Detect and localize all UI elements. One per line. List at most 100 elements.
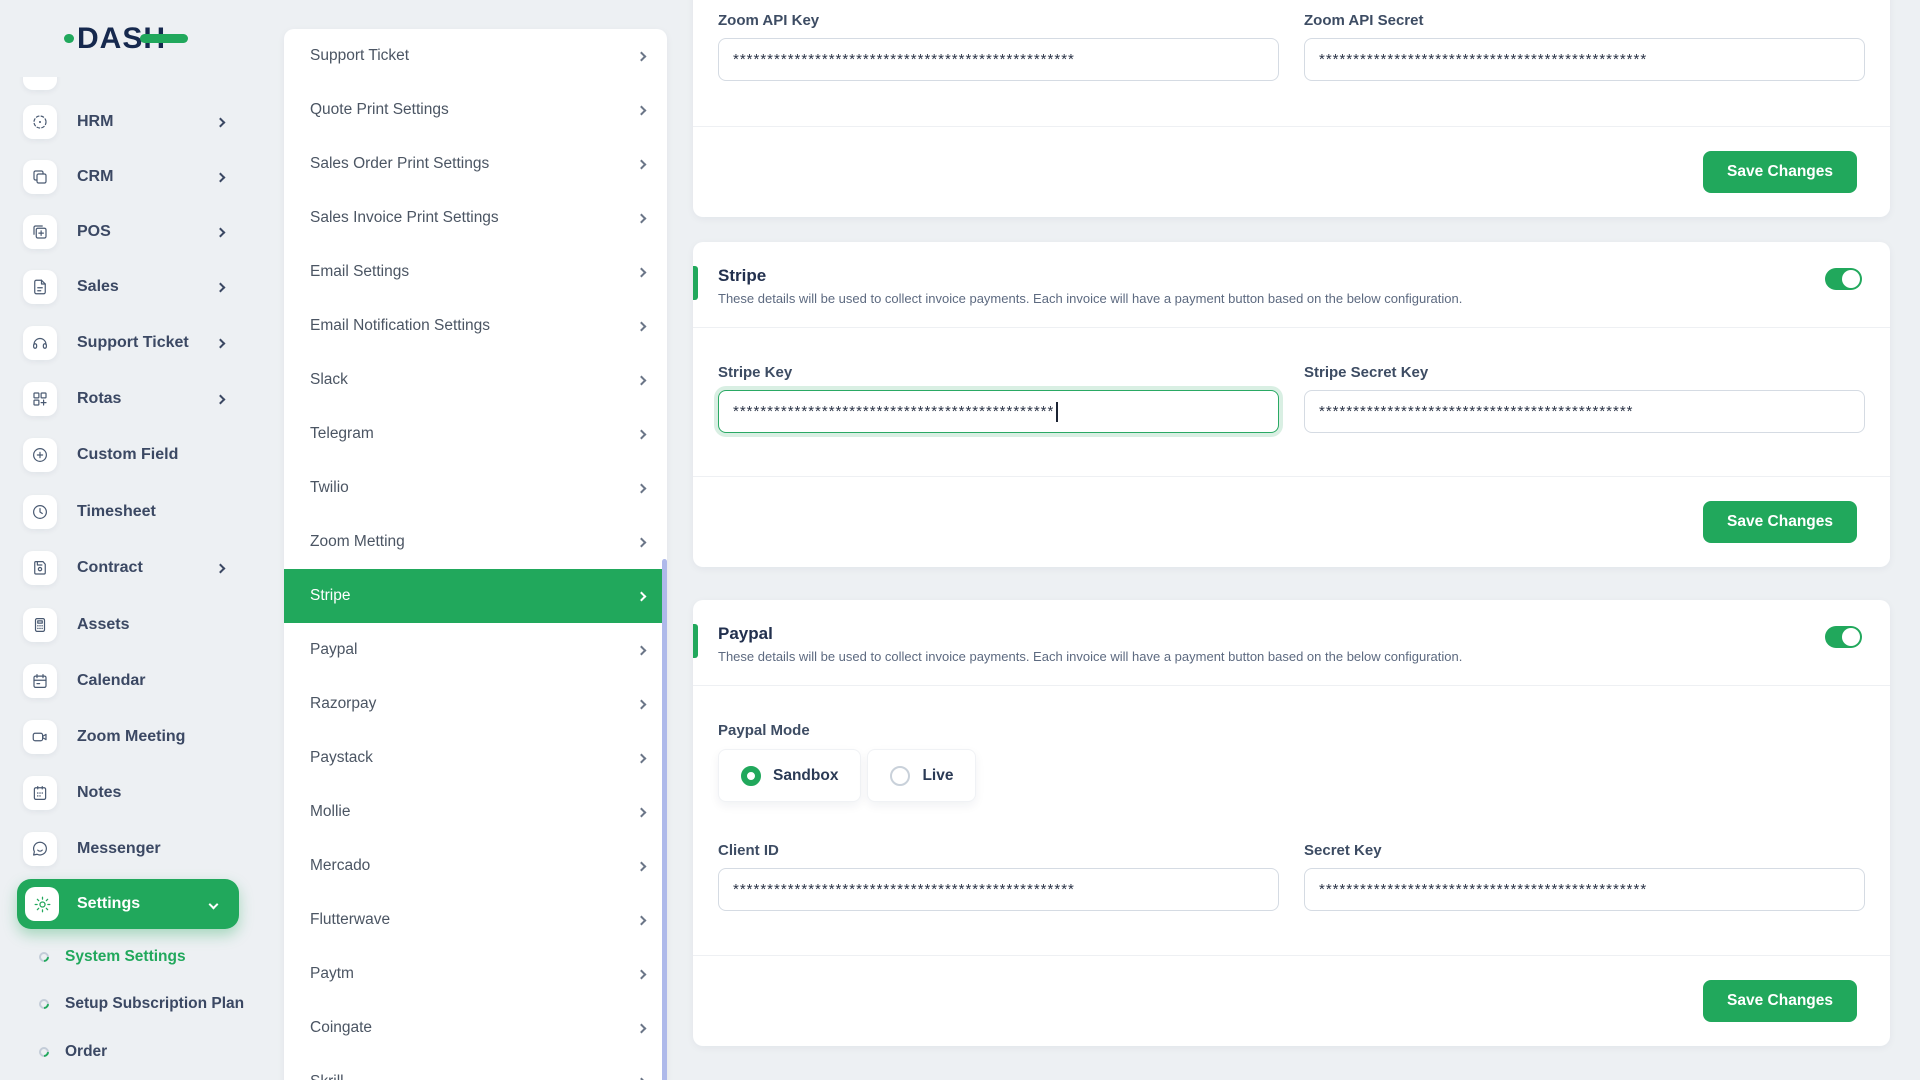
sidebar-item-label: Support Ticket	[77, 333, 189, 351]
field-label: Stripe Secret Key	[1304, 364, 1429, 381]
settings-nav-item-flutterwave[interactable]: Flutterwave	[284, 893, 667, 947]
sidebar-item-sales[interactable]: Sales	[0, 259, 264, 314]
paypal-header: Paypal These details will be used to col…	[693, 600, 1890, 685]
settings-nav-item-telegram[interactable]: Telegram	[284, 407, 667, 461]
sidebar-item-notes[interactable]: Notes	[0, 765, 264, 820]
chevron-right-icon	[636, 969, 647, 979]
field-label: Client ID	[718, 842, 779, 859]
settings-nav-item-zoom-metting[interactable]: Zoom Metting	[284, 515, 667, 569]
sidebar-item-hrm[interactable]: HRM	[0, 94, 264, 149]
sidebar-item-custom-field[interactable]: Custom Field	[0, 427, 264, 482]
sidebar-item-label: Timesheet	[77, 502, 156, 520]
stripe-secret-key-field: Stripe Secret Key **********************…	[1304, 364, 1865, 433]
sidebar-subitem-order[interactable]: Order	[0, 1028, 264, 1076]
chevron-right-icon	[215, 559, 226, 577]
sidebar-item-label: Zoom Meeting	[77, 727, 186, 745]
zoom-api-key-field: Zoom API Key ***************************…	[718, 12, 1279, 81]
chevron-right-icon	[636, 753, 647, 763]
settings-nav-item-slack[interactable]: Slack	[284, 353, 667, 407]
field-label: Zoom API Key	[718, 12, 820, 29]
sidebar-item-pos[interactable]: POS	[0, 204, 264, 259]
settings-nav-item-razorpay[interactable]: Razorpay	[284, 677, 667, 731]
settings-nav-label: Mollie	[310, 803, 351, 820]
sidebar-item-support-ticket[interactable]: Support Ticket	[0, 315, 264, 370]
chevron-right-icon	[215, 334, 226, 352]
zoom-settings-footer: Save Changes	[693, 127, 1890, 217]
settings-nav-label: Paytm	[310, 965, 354, 982]
settings-nav-item-twilio[interactable]: Twilio	[284, 461, 667, 515]
sidebar-item-calendar[interactable]: Calendar	[0, 653, 264, 708]
settings-nav-item-skrill[interactable]: Skrill	[284, 1055, 667, 1080]
paypal-mode-live[interactable]: Live	[867, 749, 977, 802]
paypal-client-id-input[interactable]: ****************************************…	[718, 868, 1279, 911]
sidebar-subitem-label: Order	[65, 1043, 108, 1060]
stripe-secret-key-input[interactable]: ****************************************…	[1304, 390, 1865, 433]
save-button[interactable]: Save Changes	[1703, 151, 1857, 193]
settings-nav-item-email-settings[interactable]: Email Settings	[284, 245, 667, 299]
sidebar-item-label: Rotas	[77, 389, 122, 407]
stripe-key-input[interactable]: ****************************************…	[718, 390, 1279, 433]
settings-nav-item-mercado[interactable]: Mercado	[284, 839, 667, 893]
stripe-fields: Stripe Key *****************************…	[693, 328, 1890, 476]
settings-nav-item-paytm[interactable]: Paytm	[284, 947, 667, 1001]
radio-selected-icon[interactable]	[741, 765, 761, 786]
sidebar-item-messenger[interactable]: Messenger	[0, 821, 264, 876]
settings-nav-scrollbar[interactable]	[662, 559, 667, 1080]
chevron-right-icon	[636, 375, 647, 385]
settings-nav-label: Sales Invoice Print Settings	[310, 209, 499, 226]
save-button[interactable]: Save Changes	[1703, 980, 1857, 1022]
sidebar-item-label: Messenger	[77, 839, 161, 857]
paypal-toggle[interactable]	[1825, 626, 1862, 648]
toggle-knob	[1842, 628, 1860, 646]
settings-nav-label: Telegram	[310, 425, 374, 442]
notes-icon	[23, 775, 57, 810]
chevron-right-icon	[636, 915, 647, 925]
settings-nav-item-sales-order-print-settings[interactable]: Sales Order Print Settings	[284, 137, 667, 191]
sidebar-item-zoom-meeting[interactable]: Zoom Meeting	[0, 709, 264, 764]
settings-nav-item-coingate[interactable]: Coingate	[284, 1001, 667, 1055]
sidebar-item-assets[interactable]: Assets	[0, 597, 264, 652]
settings-nav-item-stripe[interactable]: Stripe	[284, 569, 667, 623]
stripe-toggle[interactable]	[1825, 268, 1862, 290]
settings-nav-item-quote-print-settings[interactable]: Quote Print Settings	[284, 83, 667, 137]
chevron-right-icon	[636, 483, 647, 493]
sidebar-item-label: Assets	[77, 615, 130, 633]
stripe-footer: Save Changes	[693, 477, 1890, 567]
sidebar-item-crm[interactable]: CRM	[0, 149, 264, 204]
settings-nav-item-sales-invoice-print-settings[interactable]: Sales Invoice Print Settings	[284, 191, 667, 245]
radio-unselected-icon[interactable]	[890, 765, 911, 786]
settings-nav-item-mollie[interactable]: Mollie	[284, 785, 667, 839]
settings-nav-item-email-notification-settings[interactable]: Email Notification Settings	[284, 299, 667, 353]
chevron-right-icon	[636, 807, 647, 817]
settings-nav-label: Email Settings	[310, 263, 410, 280]
sidebar-subitem-setup-subscription-plan[interactable]: Setup Subscription Plan	[0, 980, 264, 1028]
app-logo[interactable]: DASH	[0, 0, 264, 77]
zoom-api-secret-input[interactable]: ****************************************…	[1304, 38, 1865, 81]
mode-option-label: Live	[922, 766, 954, 784]
sidebar-item-settings[interactable]: Settings	[17, 879, 239, 929]
sidebar-item-contract[interactable]: Contract	[0, 540, 264, 595]
settings-nav-label: Twilio	[310, 479, 349, 496]
settings-nav-label: Flutterwave	[310, 911, 391, 928]
sidebar-item-rotas[interactable]: Rotas	[0, 371, 264, 426]
paypal-client-id-field: Client ID ******************************…	[718, 842, 1279, 911]
chevron-right-icon	[636, 861, 647, 871]
sidebar-item-label: Settings	[77, 895, 141, 912]
pos-icon	[23, 214, 57, 249]
settings-nav-item-paypal[interactable]: Paypal	[284, 623, 667, 677]
bullet-icon	[36, 1044, 52, 1060]
sidebar-item-timesheet[interactable]: Timesheet	[0, 484, 264, 539]
settings-nav-label: Razorpay	[310, 695, 377, 712]
settings-nav-item-paystack[interactable]: Paystack	[284, 731, 667, 785]
settings-nav-label: Slack	[310, 371, 348, 388]
field-label: Zoom API Secret	[1304, 12, 1424, 29]
settings-nav-item-support-ticket[interactable]: Support Ticket	[284, 29, 667, 83]
section-description: These details will be used to collect in…	[718, 291, 1463, 306]
chevron-right-icon	[636, 699, 647, 709]
sidebar-item-label: CRM	[77, 167, 114, 185]
sidebar-subitem-system-settings[interactable]: System Settings	[0, 933, 264, 981]
paypal-mode-sandbox[interactable]: Sandbox	[718, 749, 862, 802]
paypal-secret-key-input[interactable]: ****************************************…	[1304, 868, 1865, 911]
save-button[interactable]: Save Changes	[1703, 501, 1857, 543]
zoom-api-key-input[interactable]: ****************************************…	[718, 38, 1279, 81]
